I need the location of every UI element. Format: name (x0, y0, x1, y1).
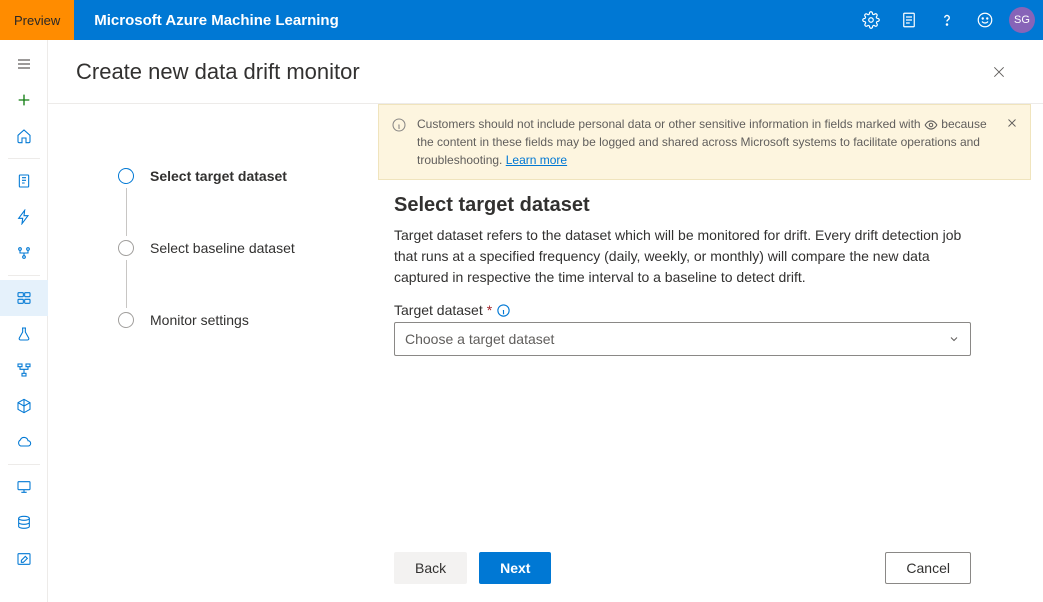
step-label: Select target dataset (150, 168, 287, 184)
step-connector (126, 260, 127, 308)
top-bar: Preview Microsoft Azure Machine Learning… (0, 0, 1043, 40)
blade: Create new data drift monitor Select tar… (48, 40, 1043, 602)
target-dataset-label: Target dataset * (394, 302, 971, 318)
target-dataset-field: Target dataset * Choose a target dataset (394, 302, 971, 356)
feedback-button[interactable] (967, 0, 1003, 40)
flask-icon (16, 326, 32, 342)
step-target-dataset[interactable]: Select target dataset (118, 164, 378, 188)
cube-icon (16, 398, 32, 414)
nav-notebooks[interactable] (0, 163, 48, 199)
step-label: Monitor settings (150, 312, 249, 328)
cancel-button[interactable]: Cancel (885, 552, 971, 584)
next-button[interactable]: Next (479, 552, 551, 584)
close-icon (991, 64, 1007, 80)
field-label-text: Target dataset (394, 302, 483, 318)
nav-datastores[interactable] (0, 505, 48, 541)
target-dataset-dropdown[interactable]: Choose a target dataset (394, 322, 971, 356)
nav-collapse[interactable] (0, 46, 48, 82)
nav-endpoints[interactable] (0, 424, 48, 460)
blade-header: Create new data drift monitor (48, 40, 1043, 104)
edit-icon (16, 551, 32, 567)
step-label: Select baseline dataset (150, 240, 295, 256)
nav-pipelines[interactable] (0, 352, 48, 388)
settings-button[interactable] (853, 0, 889, 40)
help-button[interactable] (929, 0, 965, 40)
section-title: Select target dataset (394, 194, 1031, 217)
wizard-stepper: Select target dataset Select baseline da… (48, 104, 378, 602)
nav-new[interactable] (0, 82, 48, 118)
step-monitor-settings[interactable]: Monitor settings (118, 308, 378, 332)
info-icon (496, 303, 511, 318)
chevron-down-icon (948, 333, 960, 345)
bolt-icon (16, 209, 32, 225)
banner-text-before: Customers should not include personal da… (417, 117, 924, 131)
privacy-banner: Customers should not include personal da… (378, 104, 1031, 180)
plus-icon (16, 92, 32, 108)
step-baseline-dataset[interactable]: Select baseline dataset (118, 236, 378, 260)
smiley-icon (976, 11, 994, 29)
blade-title: Create new data drift monitor (76, 59, 360, 85)
content-pane: Customers should not include personal da… (378, 104, 1043, 602)
database-icon (16, 515, 32, 531)
clipboard-icon (900, 11, 918, 29)
field-info-button[interactable] (496, 303, 511, 318)
section-description: Target dataset refers to the dataset whi… (394, 225, 971, 288)
question-icon (938, 11, 956, 29)
cloud-icon (16, 434, 32, 450)
home-icon (16, 128, 32, 144)
banner-text: Customers should not include personal da… (417, 115, 994, 169)
gear-icon (862, 11, 880, 29)
dropdown-placeholder: Choose a target dataset (405, 331, 554, 347)
close-blade-button[interactable] (983, 56, 1015, 88)
required-asterisk: * (487, 302, 492, 318)
hamburger-icon (16, 56, 32, 72)
nav-home[interactable] (0, 118, 48, 154)
left-nav (0, 40, 48, 602)
user-avatar[interactable]: SG (1009, 7, 1035, 33)
dataset-icon (16, 290, 32, 306)
nav-experiments[interactable] (0, 316, 48, 352)
step-circle-icon (118, 312, 134, 328)
nav-datasets[interactable] (0, 280, 48, 316)
close-icon (1006, 117, 1018, 129)
nav-automl[interactable] (0, 199, 48, 235)
step-connector (126, 188, 127, 236)
preview-badge: Preview (0, 0, 74, 40)
info-icon (391, 117, 407, 169)
eye-icon (924, 118, 938, 132)
nav-models[interactable] (0, 388, 48, 424)
banner-close-button[interactable] (1002, 113, 1022, 133)
monitor-icon (16, 479, 32, 495)
top-actions: SG (853, 0, 1043, 40)
learn-more-link[interactable]: Learn more (506, 153, 567, 167)
hierarchy-icon (16, 245, 32, 261)
nav-compute[interactable] (0, 469, 48, 505)
nav-labeling[interactable] (0, 541, 48, 577)
notebook-icon (16, 173, 32, 189)
step-circle-icon (118, 168, 134, 184)
diagnostics-button[interactable] (891, 0, 927, 40)
wizard-footer: Back Next Cancel (378, 540, 1031, 602)
product-title: Microsoft Azure Machine Learning (74, 12, 853, 29)
back-button[interactable]: Back (394, 552, 467, 584)
nav-designer[interactable] (0, 235, 48, 271)
pipeline-icon (16, 362, 32, 378)
step-circle-icon (118, 240, 134, 256)
